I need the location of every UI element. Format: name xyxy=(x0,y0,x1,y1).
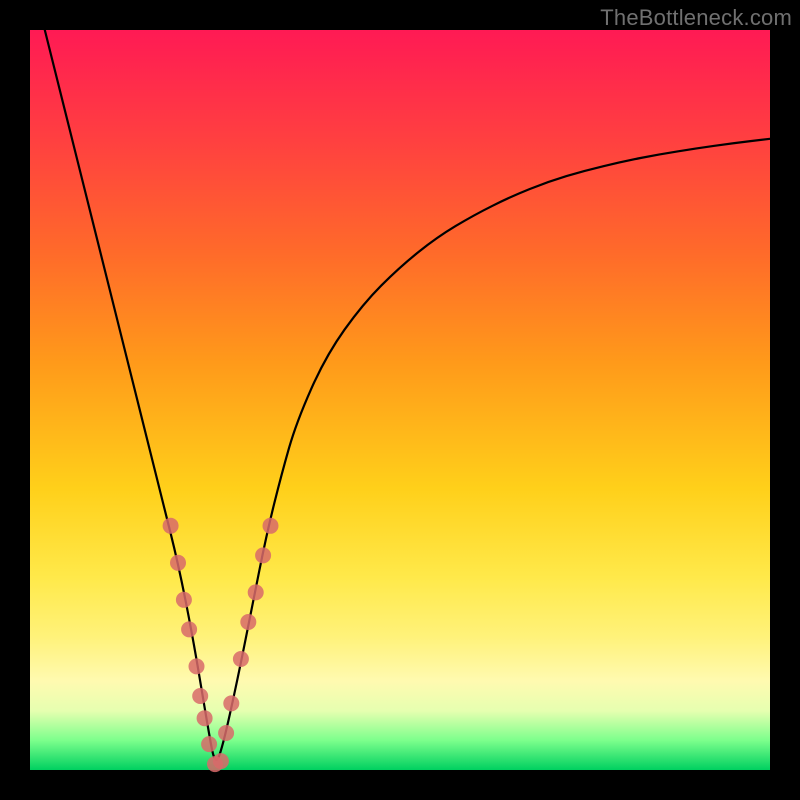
marker-dot xyxy=(263,518,279,534)
marker-dot xyxy=(189,658,205,674)
marker-dot xyxy=(240,614,256,630)
marker-dot xyxy=(223,695,239,711)
marker-dot xyxy=(255,547,271,563)
plot-area xyxy=(30,30,770,770)
marker-dot xyxy=(201,736,217,752)
chart-svg xyxy=(30,30,770,770)
chart-frame: TheBottleneck.com xyxy=(0,0,800,800)
watermark-text: TheBottleneck.com xyxy=(600,5,792,31)
marker-group xyxy=(163,518,279,772)
marker-dot xyxy=(213,753,229,769)
marker-dot xyxy=(170,555,186,571)
bottleneck-curve xyxy=(45,30,770,760)
marker-dot xyxy=(197,710,213,726)
marker-dot xyxy=(218,725,234,741)
marker-dot xyxy=(248,584,264,600)
marker-dot xyxy=(163,518,179,534)
marker-dot xyxy=(181,621,197,637)
marker-dot xyxy=(192,688,208,704)
marker-dot xyxy=(176,592,192,608)
marker-dot xyxy=(233,651,249,667)
